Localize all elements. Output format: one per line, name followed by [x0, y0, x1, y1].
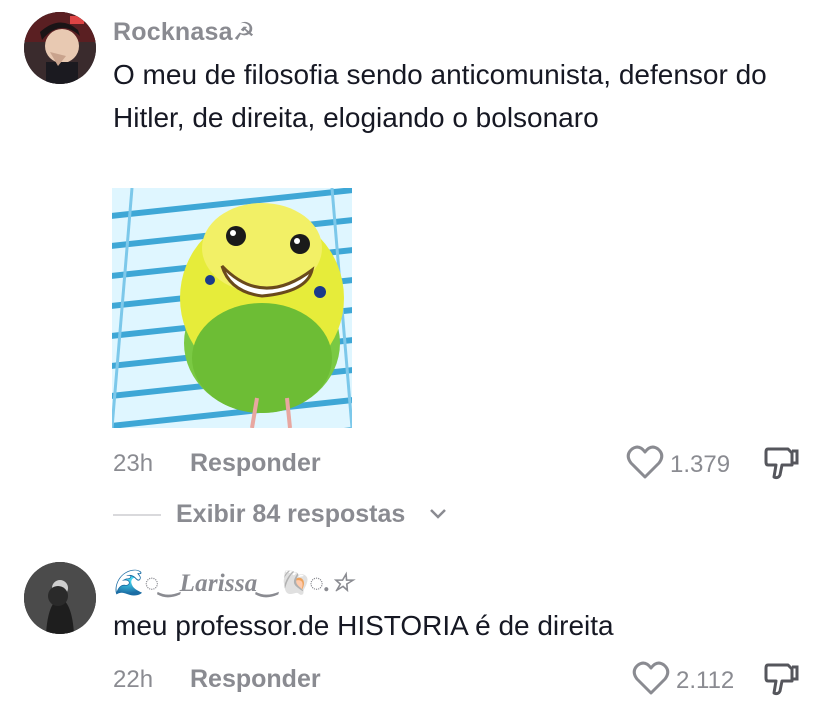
comment-timestamp: 22h — [113, 666, 154, 693]
comment-text: meu professor.de HISTORIA é de direita — [113, 610, 614, 641]
replies-divider — [113, 514, 161, 516]
avatar-image — [24, 12, 96, 84]
comment-item: 🌊◌‿Larissa‿🐚◌.☆ meu professor.de HISTORI… — [0, 540, 828, 719]
avatar[interactable] — [24, 12, 96, 84]
reply-button[interactable]: Responder — [190, 449, 321, 478]
comment-item: Rocknasa☭ O meu de filosofia sendo antic… — [0, 0, 828, 540]
heart-outline-icon[interactable] — [626, 444, 664, 480]
comment-username[interactable]: 🌊◌‿Larissa‿🐚◌.☆ — [113, 568, 353, 598]
smiling-parakeet-image — [112, 188, 352, 428]
avatar[interactable] — [24, 562, 96, 634]
like-count: 1.379 — [670, 451, 731, 478]
avatar-image — [24, 562, 96, 634]
comment-sticker-image[interactable] — [112, 188, 352, 428]
thumbs-down-icon[interactable] — [764, 661, 800, 697]
like-count: 2.112 — [676, 667, 735, 694]
view-replies-button[interactable]: Exibir 84 respostas — [176, 500, 405, 529]
comment-username[interactable]: Rocknasa☭ — [113, 17, 255, 47]
heart-outline-icon[interactable] — [632, 660, 670, 696]
reply-button[interactable]: Responder — [190, 665, 321, 694]
thumbs-down-icon[interactable] — [764, 445, 800, 481]
comment-timestamp: 23h — [113, 450, 154, 477]
chevron-down-icon[interactable] — [428, 505, 448, 523]
comment-text: O meu de filosofia sendo anticomunista, … — [113, 59, 767, 133]
